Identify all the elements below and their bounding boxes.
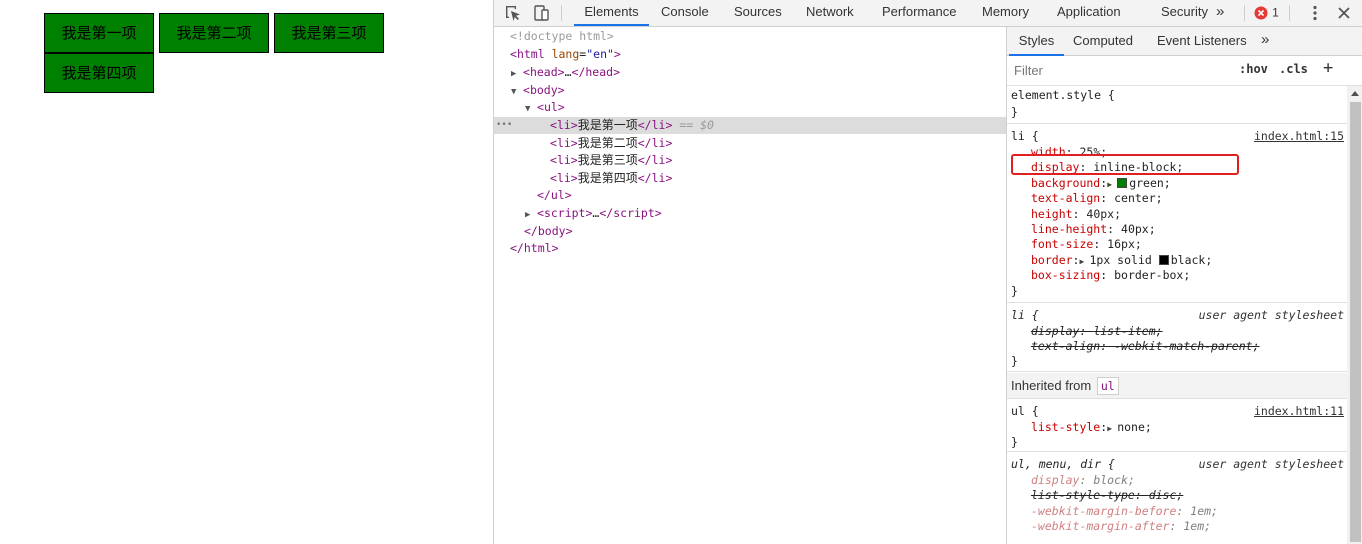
body-node[interactable]: ▼ <body> xyxy=(511,82,565,99)
selected-marker: == $0 xyxy=(679,118,714,132)
declaration[interactable]: line-height: 40px; xyxy=(1031,222,1156,237)
error-indicator[interactable]: 1 xyxy=(1254,5,1294,25)
new-style-rule-button[interactable]: + xyxy=(1323,58,1333,78)
tab-event-listeners[interactable]: Event Listeners xyxy=(1157,27,1247,56)
declaration[interactable]: -webkit-margin-after: 1em; xyxy=(1031,519,1211,534)
device-toggle-icon[interactable] xyxy=(532,3,552,23)
tab-elements[interactable]: Elements xyxy=(574,0,649,26)
html-node[interactable]: <html lang="en"> xyxy=(510,46,621,63)
rule-source-link[interactable]: index.html:11 xyxy=(1254,404,1344,419)
body-close-node[interactable]: </body> xyxy=(524,223,573,240)
cls-button[interactable]: .cls xyxy=(1279,62,1308,76)
rule-close: } xyxy=(1011,435,1018,449)
li-ua-rule: li { user agent stylesheet display: list… xyxy=(1007,304,1347,372)
inspect-element-icon[interactable] xyxy=(503,3,523,23)
error-count: 1 xyxy=(1272,5,1279,20)
expand-triangle-icon[interactable]: ▶ xyxy=(511,66,523,83)
filter-input[interactable] xyxy=(1010,59,1228,81)
tab-application[interactable]: Application xyxy=(1057,0,1121,26)
rule-close: } xyxy=(1011,354,1018,368)
scroll-up-icon[interactable] xyxy=(1351,91,1359,96)
chevron-double-right-icon[interactable]: » xyxy=(1261,31,1269,48)
color-swatch[interactable] xyxy=(1117,178,1128,188)
script-node[interactable]: ▶ <script>…</script> xyxy=(525,205,662,222)
ul-node[interactable]: ▼ <ul> xyxy=(525,99,565,116)
collapse-triangle-icon[interactable]: ▼ xyxy=(525,101,537,118)
declaration[interactable]: box-sizing: border-box; xyxy=(1031,268,1190,283)
declaration[interactable]: border:▶ 1px solid black; xyxy=(1031,253,1212,268)
styles-filter-bar: :hov .cls + xyxy=(1007,56,1362,86)
inherited-element-link[interactable]: ul xyxy=(1096,377,1119,395)
tab-security[interactable]: Security xyxy=(1161,0,1208,26)
li-node[interactable]: <li>我是第三项</li> xyxy=(550,152,672,169)
annotation-highlight-box xyxy=(1011,154,1239,175)
rule-close: } xyxy=(1011,284,1018,298)
row-dots-icon[interactable]: ••• xyxy=(496,117,512,134)
close-icon[interactable] xyxy=(1334,3,1354,23)
more-vert-icon[interactable] xyxy=(1305,3,1325,23)
list-item: 我是第三项 xyxy=(274,13,384,53)
color-swatch[interactable] xyxy=(1158,255,1169,265)
declaration[interactable]: list-style:▶ none; xyxy=(1031,420,1152,435)
declaration[interactable]: text-align: center; xyxy=(1031,191,1163,206)
declaration[interactable]: display: block; xyxy=(1031,473,1135,488)
collapse-triangle-icon[interactable]: ▼ xyxy=(511,84,523,101)
devtools-tabbar: Elements Console Sources Network Perform… xyxy=(494,0,1362,27)
rule-source: user agent stylesheet xyxy=(1198,308,1344,322)
styles-pane: Styles Computed Event Listeners » :hov .… xyxy=(1006,27,1362,544)
rule-selector[interactable]: ul, menu, dir { xyxy=(1011,457,1115,472)
overridden-declaration[interactable]: display: list-item; xyxy=(1031,324,1163,339)
overridden-declaration[interactable]: text-align: -webkit-match-parent; xyxy=(1031,339,1260,354)
styles-subtabs: Styles Computed Event Listeners » xyxy=(1007,27,1362,56)
tab-performance[interactable]: Performance xyxy=(882,0,956,26)
expand-triangle-icon[interactable]: ▶ xyxy=(1107,177,1117,192)
rule-source-link[interactable]: index.html:15 xyxy=(1254,129,1344,144)
chevron-double-right-icon[interactable]: » xyxy=(1216,3,1224,20)
rule-selector[interactable]: li { xyxy=(1011,308,1039,323)
devtools-panel: Elements Console Sources Network Perform… xyxy=(493,0,1362,544)
list-item: 我是第一项 xyxy=(44,13,154,53)
inherited-label: Inherited from xyxy=(1011,378,1092,393)
rule-selector[interactable]: element.style { xyxy=(1011,88,1115,103)
list-item: 我是第二项 xyxy=(159,13,269,53)
expand-triangle-icon[interactable]: ▶ xyxy=(525,207,537,224)
tab-console[interactable]: Console xyxy=(661,0,709,26)
head-node[interactable]: ▶ <head>…</head> xyxy=(511,64,620,81)
list-item: 我是第四项 xyxy=(44,53,154,93)
element-style-rule: element.style { } xyxy=(1007,86,1347,124)
declaration[interactable]: font-size: 16px; xyxy=(1031,237,1142,252)
li-node[interactable]: <li>我是第二项</li> xyxy=(550,135,672,152)
li-rule: li { index.html:15 width: 25%; display: … xyxy=(1007,125,1347,303)
expand-triangle-icon[interactable]: ▶ xyxy=(1107,421,1117,436)
rule-selector[interactable]: li { xyxy=(1011,129,1039,144)
li-node[interactable]: <li>我是第四项</li> xyxy=(550,170,672,187)
hov-button[interactable]: :hov xyxy=(1239,62,1268,76)
ul-close-node[interactable]: </ul> xyxy=(537,187,572,204)
scrollbar-thumb[interactable] xyxy=(1350,102,1361,542)
overridden-declaration[interactable]: list-style-type: disc; xyxy=(1031,488,1183,503)
tab-network[interactable]: Network xyxy=(806,0,854,26)
expand-triangle-icon[interactable]: ▶ xyxy=(1079,254,1089,269)
rule-source: user agent stylesheet xyxy=(1198,457,1344,471)
error-icon xyxy=(1254,6,1268,19)
declaration[interactable]: background:▶ green; xyxy=(1031,176,1171,191)
declaration[interactable]: height: 40px; xyxy=(1031,207,1121,222)
styles-scrollbar[interactable] xyxy=(1347,86,1362,544)
html-close-node[interactable]: </html> xyxy=(510,240,559,257)
ul-rule: ul { index.html:11 list-style:▶ none; } xyxy=(1007,400,1347,452)
tab-memory[interactable]: Memory xyxy=(982,0,1029,26)
tab-sources[interactable]: Sources xyxy=(734,0,782,26)
rule-close: } xyxy=(1011,105,1018,119)
elements-tree: ••• <!doctype html> <html lang="en"> ▶ <h… xyxy=(494,27,1006,544)
tab-computed[interactable]: Computed xyxy=(1073,27,1133,56)
doctype-node[interactable]: <!doctype html> xyxy=(510,28,614,45)
style-rules: element.style { } li { index.html:15 wid… xyxy=(1007,86,1347,544)
tab-styles[interactable]: Styles xyxy=(1009,27,1064,56)
declaration[interactable]: -webkit-margin-before: 1em; xyxy=(1031,504,1218,519)
rule-selector[interactable]: ul { xyxy=(1011,404,1039,419)
li-node-selected[interactable]: <li>我是第一项</li> == $0 xyxy=(550,117,714,134)
inherited-from-header: Inherited from ul xyxy=(1007,373,1347,399)
ul-ua-rule: ul, menu, dir { user agent stylesheet di… xyxy=(1007,453,1347,544)
rendered-page: 我是第一项 我是第二项 我是第三项 我是第四项 xyxy=(0,0,494,544)
